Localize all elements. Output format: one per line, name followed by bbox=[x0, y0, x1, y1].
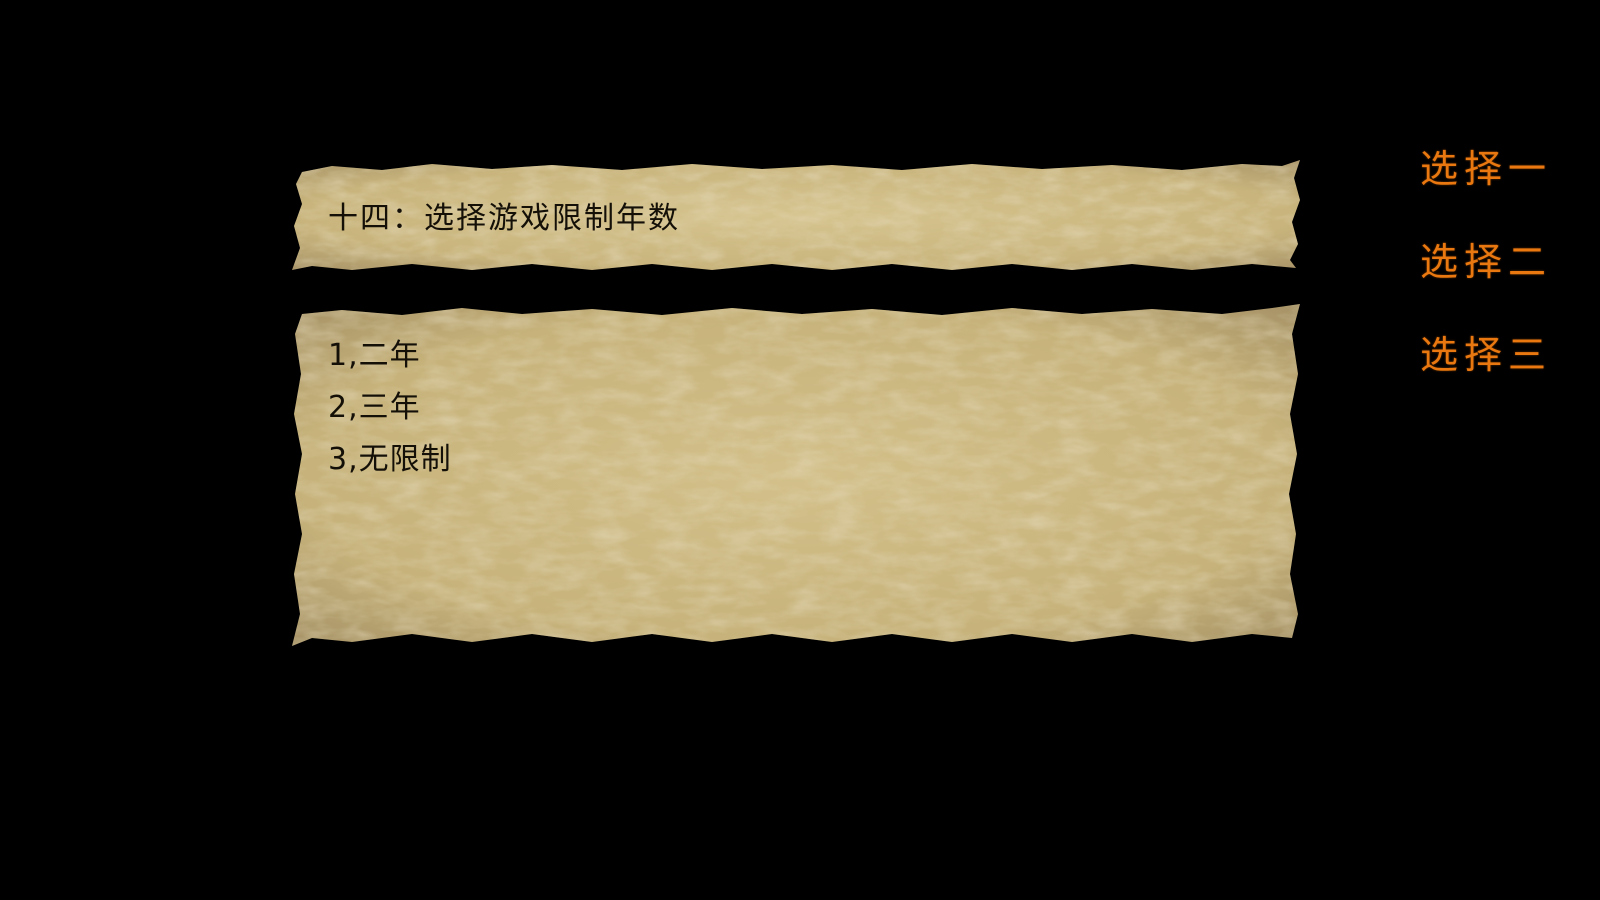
choice-two-button[interactable]: 选择二 bbox=[1420, 243, 1580, 281]
option-item: 1,二年 bbox=[328, 338, 421, 373]
question-title: 十四：选择游戏限制年数 bbox=[328, 201, 680, 236]
option-item: 2,三年 bbox=[328, 390, 421, 425]
question-title-scroll: 十四：选择游戏限制年数 bbox=[292, 160, 1308, 272]
options-scroll: 1,二年 2,三年 3,无限制 bbox=[292, 304, 1308, 648]
game-screen: 十四：选择游戏限制年数 1,二年 2,三年 3,无限制 选择一 选择二 选择三 bbox=[0, 0, 1600, 900]
choice-one-button[interactable]: 选择一 bbox=[1420, 150, 1580, 188]
choice-menu: 选择一 选择二 选择三 bbox=[1420, 150, 1580, 429]
option-item: 3,无限制 bbox=[328, 442, 452, 477]
choice-three-button[interactable]: 选择三 bbox=[1420, 336, 1580, 374]
option-list: 1,二年 2,三年 3,无限制 bbox=[328, 330, 452, 486]
